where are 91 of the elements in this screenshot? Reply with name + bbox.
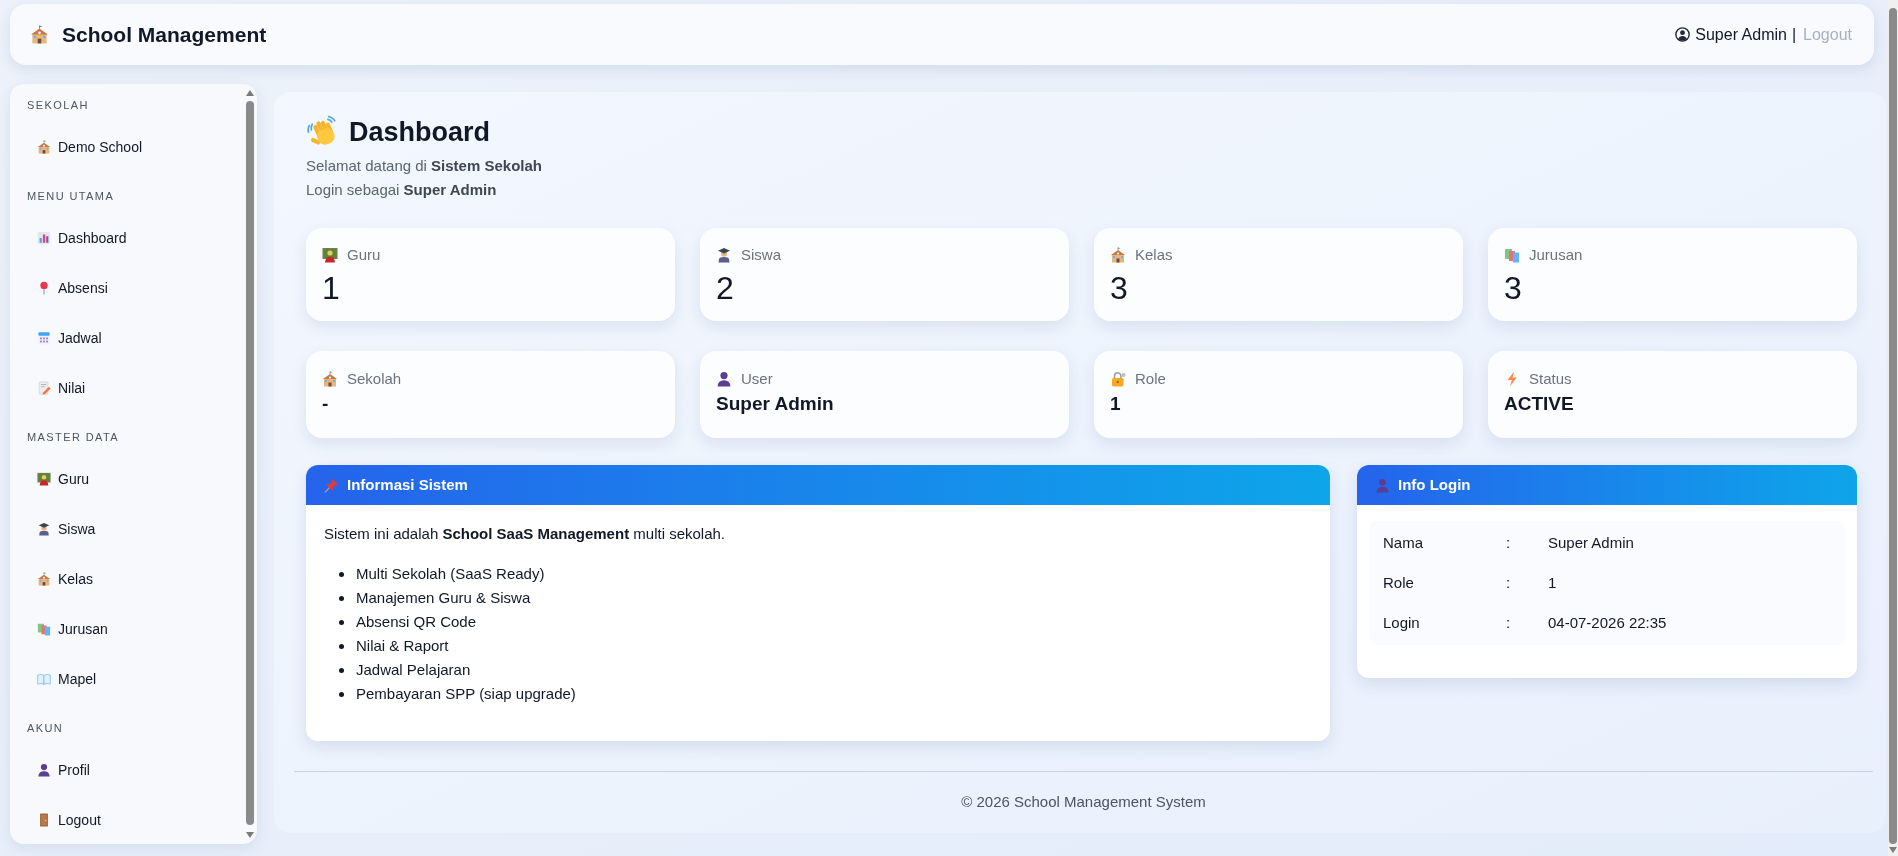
calendar-icon — [37, 331, 51, 345]
detail-label: Nama — [1383, 532, 1423, 553]
stat-value: ACTIVE — [1504, 392, 1574, 416]
open-book-icon — [37, 672, 51, 686]
app-title: School Management — [62, 21, 267, 48]
stat-value: 1 — [322, 270, 340, 306]
books-icon — [37, 622, 51, 636]
feature-text: Jadwal Pelajaran — [356, 659, 471, 680]
separator-text: | — [1791, 24, 1797, 45]
intro-text: Selamat datang di Sistem Sekolah — [306, 156, 542, 176]
school-building-icon — [1110, 247, 1126, 263]
school-building-icon — [322, 371, 338, 387]
stat-label: Role — [1135, 368, 1166, 389]
detail-value: 1 — [1548, 572, 1557, 593]
scrollbar-thumb[interactable] — [245, 101, 254, 825]
colon-separator: : — [1506, 532, 1511, 553]
sidebar-link[interactable]: Profil — [10, 745, 237, 795]
stat-label: Sekolah — [347, 368, 402, 389]
teacher-icon — [37, 472, 51, 486]
sidebar-section-label: AKUN — [26, 721, 64, 736]
sidebar-link[interactable]: Logout — [10, 795, 237, 845]
scroll-down-icon[interactable] — [1889, 847, 1897, 853]
bar-chart-icon — [37, 231, 51, 245]
sidebar-link[interactable]: Siswa — [10, 504, 237, 554]
sidebar-link[interactable]: Nilai — [10, 363, 237, 413]
pushpin-icon — [324, 477, 339, 493]
intro-text: Login sebagai Super Admin — [306, 180, 497, 200]
person-icon — [716, 371, 732, 387]
bullet-icon — [339, 691, 344, 697]
footer-text: © 2026 School Management System — [961, 792, 1206, 812]
memo-pencil-icon — [37, 381, 51, 395]
colon-separator: : — [1506, 572, 1511, 593]
stat-value: - — [322, 392, 329, 416]
school-building-icon — [30, 25, 49, 44]
sidebar-section-label: SEKOLAH — [26, 98, 89, 113]
user-name: Super Admin — [1695, 24, 1787, 45]
user-circle-icon — [1675, 27, 1691, 42]
graduate-icon — [37, 522, 51, 536]
detail-label: Login — [1383, 612, 1420, 633]
scroll-down-icon[interactable] — [245, 832, 254, 838]
door-icon — [37, 813, 51, 827]
stat-label: Status — [1529, 368, 1572, 389]
colon-separator: : — [1506, 612, 1511, 633]
feature-text: Multi Sekolah (SaaS Ready) — [356, 563, 545, 584]
bullet-icon — [339, 643, 344, 649]
padlock-icon — [1110, 371, 1126, 387]
stat-label: Siswa — [741, 244, 781, 265]
feature-text: Absensi QR Code — [356, 611, 477, 632]
stat-label: User — [741, 368, 773, 389]
graduate-icon — [716, 247, 732, 263]
person-icon — [37, 763, 51, 777]
sidebar-link[interactable]: Absensi — [10, 263, 237, 313]
stat-value: 3 — [1110, 270, 1128, 306]
panel-title: Informasi Sistem — [347, 474, 468, 495]
sidebar-link[interactable]: Guru — [10, 454, 237, 504]
bullet-icon — [339, 667, 344, 673]
sidebar-link[interactable]: Kelas — [10, 554, 237, 604]
scrollbar-thumb[interactable] — [1889, 8, 1897, 844]
person-icon — [1375, 477, 1390, 493]
stat-label: Guru — [347, 244, 381, 265]
stat-value: 2 — [716, 270, 734, 306]
feature-text: Manajemen Guru & Siswa — [356, 587, 531, 608]
bullet-icon — [339, 595, 344, 601]
page-title: Dashboard — [349, 116, 491, 148]
panel-title: Info Login — [1398, 474, 1471, 495]
books-icon — [1504, 247, 1520, 263]
school-building-icon — [37, 572, 51, 586]
sidebar-section-label: MASTER DATA — [26, 430, 119, 445]
stat-value: Super Admin — [716, 392, 834, 416]
sidebar-link[interactable]: Mapel — [10, 654, 237, 704]
sidebar-section-label: MENU UTAMA — [26, 189, 115, 204]
school-building-icon — [37, 140, 51, 154]
detail-value: 04-07-2026 22:35 — [1548, 612, 1667, 633]
detail-label: Role — [1383, 572, 1414, 593]
sidebar-link[interactable]: Demo School — [10, 122, 237, 172]
description-text: Sistem ini adalah School SaaS Management multi sekolah. — [324, 524, 725, 544]
teacher-icon — [322, 247, 338, 263]
sidebar-link[interactable]: Jadwal — [10, 313, 237, 363]
sidebar-link[interactable]: Dashboard — [10, 213, 237, 263]
scroll-up-icon[interactable] — [245, 90, 254, 96]
bullet-icon — [339, 571, 344, 577]
sidebar-link[interactable]: Jurusan — [10, 604, 237, 654]
stat-label: Jurusan — [1529, 244, 1583, 265]
round-pin-icon — [37, 281, 51, 295]
stat-label: Kelas — [1135, 244, 1173, 265]
stat-value: 1 — [1110, 392, 1121, 416]
feature-text: Pembayaran SPP (siap upgrade) — [356, 683, 576, 704]
feature-text: Nilai & Raport — [356, 635, 449, 656]
stat-value: 3 — [1504, 270, 1522, 306]
bullet-icon — [339, 619, 344, 625]
detail-value: Super Admin — [1548, 532, 1634, 553]
